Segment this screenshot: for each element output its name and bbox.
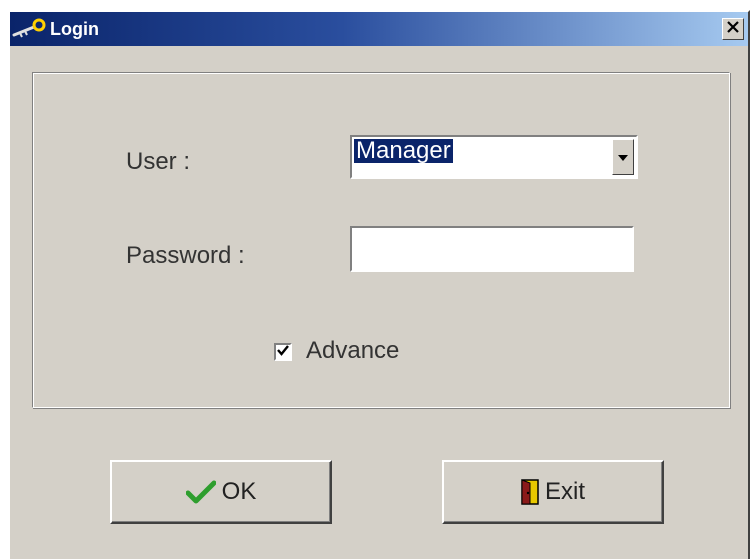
login-window: Login User : Manager Password : Advance [8, 10, 750, 559]
checkmark-icon [185, 480, 216, 504]
password-field[interactable] [350, 226, 634, 272]
exit-button[interactable]: Exit [442, 460, 664, 524]
door-exit-icon [521, 479, 539, 505]
close-button[interactable] [722, 18, 744, 40]
chevron-down-icon [618, 148, 628, 166]
key-icon [12, 17, 48, 41]
ok-button[interactable]: OK [110, 460, 332, 524]
checkmark-icon [277, 343, 289, 361]
close-icon [727, 20, 739, 38]
window-title: Login [50, 18, 99, 39]
title-bar[interactable]: Login [10, 12, 748, 46]
user-dropdown-button[interactable] [612, 139, 634, 175]
advance-label: Advance [306, 337, 400, 364]
user-label: User : [126, 148, 191, 175]
advance-checkbox[interactable] [274, 343, 292, 361]
ok-button-label: OK [221, 478, 257, 505]
password-label: Password : [126, 242, 245, 269]
user-select-value: Manager [354, 137, 453, 164]
user-select[interactable]: Manager [350, 135, 638, 179]
exit-button-label: Exit [544, 478, 585, 505]
